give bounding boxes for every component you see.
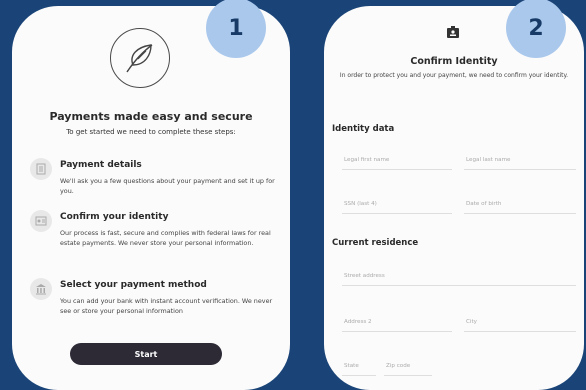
id-card-icon <box>30 210 52 232</box>
identity-panel: Confirm Identity In order to protect you… <box>324 6 584 390</box>
address2-input[interactable]: Address 2 <box>342 314 452 332</box>
step-title: Select your payment method <box>60 280 207 290</box>
dob-input[interactable]: Date of birth <box>464 196 576 214</box>
first-name-input[interactable]: Legal first name <box>342 152 452 170</box>
document-icon <box>30 158 52 180</box>
intro-title: Payments made easy and secure <box>49 110 253 123</box>
identity-title: Confirm Identity <box>410 56 498 67</box>
step-description: We'll ask you a few questions about your… <box>60 177 275 195</box>
zip-input[interactable]: Zip code <box>384 358 432 376</box>
step-description: You can add your bank with instant accou… <box>60 297 273 315</box>
identity-description: In order to protect you and your payment… <box>339 72 569 79</box>
step-title: Confirm your identity <box>60 212 169 222</box>
step-number-badge: 2 <box>506 0 566 58</box>
last-name-input[interactable]: Legal last name <box>464 152 576 170</box>
identity-data-heading: Identity data <box>332 124 395 134</box>
step-number-badge: 1 <box>206 0 266 58</box>
start-button[interactable]: Start <box>70 343 222 365</box>
ssn-input[interactable]: SSN (last 4) <box>342 196 452 214</box>
feather-logo-icon <box>110 28 170 88</box>
step-description: Our process is fast, secure and complies… <box>60 229 271 247</box>
state-input[interactable]: State <box>342 358 376 376</box>
intro-subtitle: To get started we need to complete these… <box>66 128 236 136</box>
current-residence-heading: Current residence <box>332 238 419 248</box>
intro-panel: Payments made easy and secure To get sta… <box>12 6 290 390</box>
city-input[interactable]: City <box>464 314 576 332</box>
bank-icon <box>30 278 52 300</box>
id-badge-icon <box>446 24 460 43</box>
step-title: Payment details <box>60 160 142 170</box>
street-address-input[interactable]: Street address <box>342 268 576 286</box>
